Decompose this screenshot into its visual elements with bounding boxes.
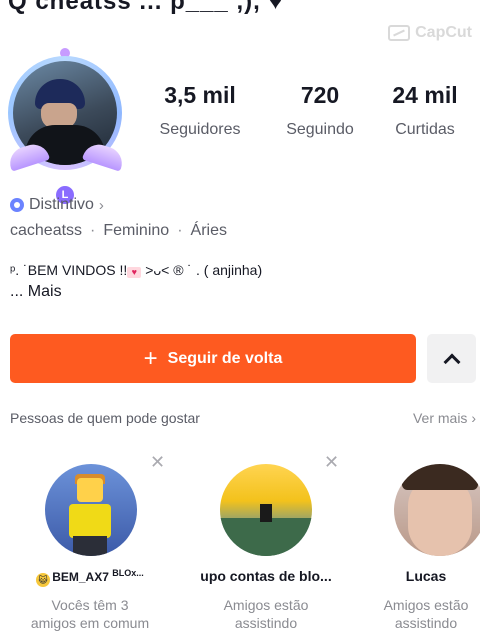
- top-cut-header: Q cheatss ... p___ ,), ♥: [0, 0, 480, 15]
- see-more-label: Ver mais: [412, 410, 468, 426]
- avatar-figure-legs: [73, 536, 107, 556]
- heart-icon: ♥: [127, 267, 142, 278]
- stat-likes[interactable]: 24 mil Curtidas: [370, 82, 480, 139]
- suggestions-header: Pessoas de quem pode gostar Ver mais ›: [10, 410, 480, 426]
- suggestion-name[interactable]: Lucas: [359, 568, 480, 584]
- suggestion-subtitle: Amigos estão assistindo: [176, 596, 356, 632]
- suggestion-subtitle-line: amigos em comum: [30, 615, 150, 631]
- follow-back-label: Seguir de volta: [167, 349, 283, 367]
- badge-icon: [10, 198, 24, 212]
- suggestion-subtitle: Vocês têm 3 amigos em comum: [0, 596, 180, 632]
- profile-stats: 3,5 mil Seguidores 720 Seguindo 24 mil C…: [130, 82, 480, 139]
- profile-tags: cacheatss · Feminino · Áries: [10, 222, 227, 240]
- badge-label: Distintivo: [29, 196, 94, 213]
- badge-link[interactable]: Distintivo ›: [10, 196, 104, 214]
- suggestion-avatar[interactable]: [45, 464, 137, 556]
- suggestion-name-text: BEM_AX7: [52, 570, 109, 584]
- stat-followers-label: Seguidores: [159, 121, 241, 138]
- stat-likes-value: 24 mil: [392, 82, 458, 108]
- suggestion-name[interactable]: 😺 BEM_AX7 BLOx...: [0, 568, 180, 587]
- bio-text: ᵖ. ˙BEM VINDOS !!: [10, 262, 128, 278]
- capcut-logo-icon: [388, 25, 411, 41]
- plus-icon: +: [143, 344, 158, 372]
- avatar-figure-body: [69, 504, 111, 538]
- chevron-up-icon: [443, 353, 460, 370]
- suggestion-card[interactable]: ✕ upo contas de blo... Amigos estão assi…: [176, 450, 356, 640]
- suggestion-subtitle-line: Amigos estão: [383, 597, 469, 613]
- cat-emoji-icon: 😺: [36, 573, 51, 587]
- expand-suggestions-button[interactable]: [427, 334, 476, 383]
- chevron-right-icon: ›: [471, 410, 476, 426]
- avatar-figure-head: [77, 478, 103, 502]
- avatar-game-character: [260, 504, 272, 522]
- stat-likes-label: Curtidas: [395, 121, 455, 138]
- suggestion-avatar[interactable]: [220, 464, 312, 556]
- suggestions-title: Pessoas de quem pode gostar: [10, 410, 200, 426]
- tag-zodiac[interactable]: Áries: [191, 222, 227, 240]
- stat-following-label: Seguindo: [286, 121, 354, 138]
- suggestion-name-sup: BLOx...: [112, 568, 144, 578]
- avatar[interactable]: L: [2, 46, 130, 206]
- suggestion-name[interactable]: upo contas de blo...: [176, 568, 356, 584]
- bio-line: ᵖ. ˙BEM VINDOS !! ♥ >ᴗ< ® ˙ . ( anjinha): [10, 262, 262, 278]
- tag-separator: ·: [90, 222, 96, 239]
- tag-gender[interactable]: Feminino: [103, 222, 169, 240]
- suggestion-subtitle-line: assistindo: [394, 615, 458, 631]
- stat-following[interactable]: 720 Seguindo: [270, 82, 370, 139]
- cut-off-header-text: Q cheatss ... p___ ,), ♥: [8, 0, 284, 15]
- stat-following-value: 720: [300, 82, 340, 108]
- suggestion-subtitle: Amigos estão assistindo: [359, 596, 480, 632]
- bio-more-link[interactable]: ... Mais: [10, 283, 62, 301]
- stat-followers-value: 3,5 mil: [164, 82, 236, 108]
- dismiss-icon[interactable]: ✕: [150, 452, 165, 473]
- suggestion-card[interactable]: ✕ 😺 BEM_AX7 BLOx... Vocês têm 3 amigos em…: [0, 450, 180, 640]
- avatar-game-scene: [220, 518, 312, 556]
- suggestion-card[interactable]: Lucas Amigos estão assistindo: [346, 450, 480, 640]
- suggestion-subtitle-line: Vocês têm 3: [51, 597, 129, 613]
- bio-text-end: >ᴗ< ® ˙ . ( anjinha): [141, 262, 263, 278]
- suggestion-avatar[interactable]: [394, 464, 480, 556]
- see-more-link[interactable]: Ver mais ›: [413, 410, 480, 426]
- tag-username[interactable]: cacheatss: [10, 222, 82, 240]
- watermark-text: CapCut: [415, 24, 472, 41]
- dismiss-icon[interactable]: ✕: [324, 452, 339, 473]
- follow-back-button[interactable]: + Seguir de volta: [10, 334, 416, 383]
- chevron-right-icon: ›: [98, 196, 104, 214]
- avatar-hair: [402, 464, 478, 490]
- tag-separator: ·: [177, 222, 183, 239]
- suggestion-subtitle-line: Amigos estão: [223, 597, 309, 613]
- capcut-watermark: CapCut: [388, 24, 472, 42]
- stat-followers[interactable]: 3,5 mil Seguidores: [130, 82, 270, 139]
- suggestion-subtitle-line: assistindo: [234, 615, 298, 631]
- suggestion-cards: ✕ 😺 BEM_AX7 BLOx... Vocês têm 3 amigos em…: [0, 450, 480, 640]
